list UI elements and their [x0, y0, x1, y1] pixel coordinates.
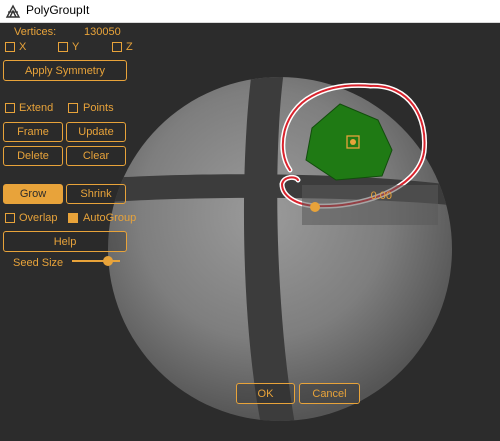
points-checkbox[interactable]: [68, 103, 78, 113]
overlap-checkbox[interactable]: [5, 213, 15, 223]
grow-button[interactable]: Grow: [3, 184, 63, 204]
symmetry-y-checkbox[interactable]: [58, 42, 68, 52]
extend-label: Extend: [19, 102, 54, 114]
symmetry-y-label: Y: [72, 41, 80, 53]
delete-button[interactable]: Delete: [3, 146, 63, 166]
shrink-button[interactable]: Shrink: [66, 184, 126, 204]
overlay-slider-knob[interactable]: [310, 202, 320, 212]
autogroup-label: AutoGroup: [83, 212, 137, 224]
vertices-label: Vertices:: [14, 26, 57, 38]
polygroupit-app-icon: [5, 4, 21, 18]
cancel-button[interactable]: Cancel: [299, 383, 360, 404]
overlap-label: Overlap: [19, 212, 58, 224]
symmetry-z-checkbox[interactable]: [112, 42, 122, 52]
update-button[interactable]: Update: [66, 122, 126, 142]
symmetry-z-label: Z: [126, 41, 133, 53]
extend-checkbox[interactable]: [5, 103, 15, 113]
seed-size-label: Seed Size: [13, 257, 64, 269]
frame-button[interactable]: Frame: [3, 122, 63, 142]
help-button[interactable]: Help: [3, 231, 127, 252]
vertices-value: 130050: [84, 26, 121, 38]
ok-button[interactable]: OK: [236, 383, 295, 404]
overlay-value: 0.00: [370, 190, 392, 202]
seed-size-slider-knob[interactable]: [103, 256, 113, 266]
apply-symmetry-button[interactable]: Apply Symmetry: [3, 60, 127, 81]
autogroup-checkbox[interactable]: [68, 213, 78, 223]
symmetry-x-label: X: [19, 41, 27, 53]
clear-button[interactable]: Clear: [66, 146, 126, 166]
title-bar: PolyGroupIt: [0, 0, 500, 23]
points-label: Points: [83, 102, 114, 114]
symmetry-x-checkbox[interactable]: [5, 42, 15, 52]
window-title: PolyGroupIt: [26, 3, 90, 17]
